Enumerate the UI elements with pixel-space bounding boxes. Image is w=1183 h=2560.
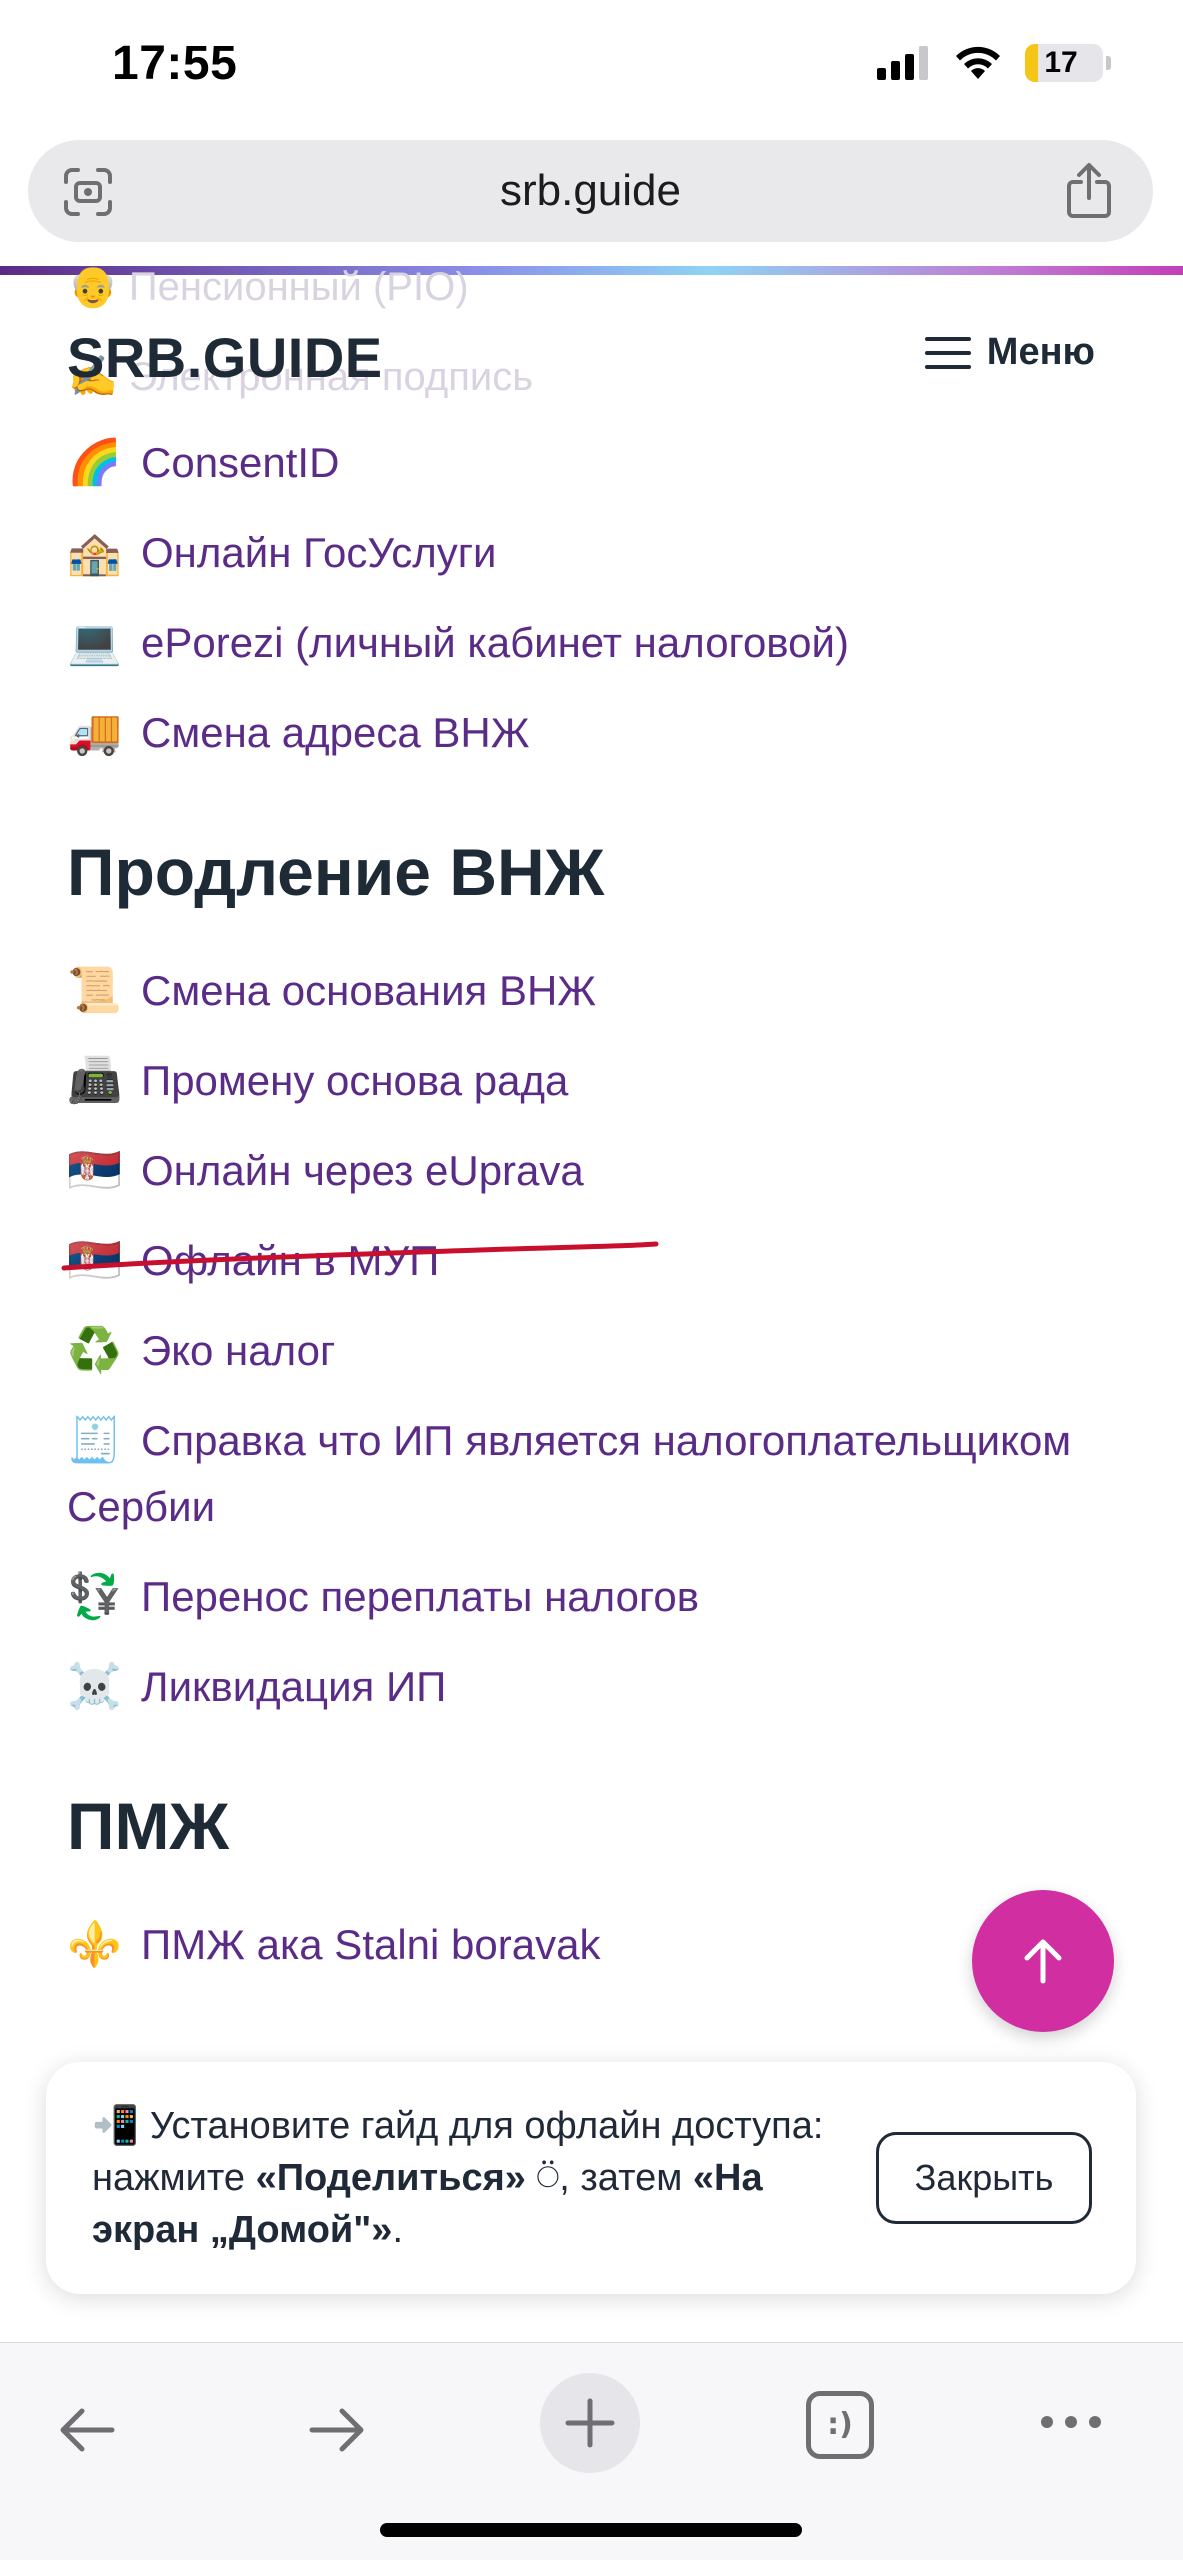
laptop-icon: 💻 bbox=[67, 618, 122, 667]
fax-icon: 📠 bbox=[67, 1056, 122, 1105]
link-item[interactable]: 🌈 ConsentID bbox=[67, 430, 1117, 496]
link-label[interactable]: Справка что ИП является налогоплательщик… bbox=[67, 1417, 1071, 1530]
scroll-icon: 📜 bbox=[67, 966, 122, 1015]
link-item[interactable]: 🧾 Справка что ИП является налогоплательщи… bbox=[67, 1408, 1117, 1540]
currency-exchange-icon: 💱 bbox=[67, 1572, 122, 1621]
recycle-icon: ♻️ bbox=[67, 1326, 122, 1375]
fleur-de-lis-icon: ⚜️ bbox=[67, 1920, 122, 1969]
link-label[interactable]: Смена адреса ВНЖ bbox=[141, 700, 530, 766]
forward-arrow-icon[interactable] bbox=[304, 2397, 370, 2463]
receipt-icon: 🧾 bbox=[67, 1416, 122, 1465]
wifi-icon bbox=[956, 46, 1000, 79]
page-content: 🌈 ConsentID 🏤 Онлайн ГосУслуги 💻 ePorezi… bbox=[67, 430, 1117, 2002]
banner-share-label: «Поделиться» bbox=[255, 2157, 526, 2199]
section-title: ПМЖ bbox=[67, 1789, 230, 1863]
signal-icon bbox=[877, 46, 928, 80]
link-item[interactable]: 💱 Перенос переплаты налогов bbox=[67, 1564, 1117, 1630]
banner-text-part: ⍥, затем bbox=[525, 2157, 693, 2199]
link-label[interactable]: Смена основания ВНЖ bbox=[141, 958, 596, 1024]
banner-text-part: . bbox=[392, 2209, 403, 2251]
link-label[interactable]: ConsentID bbox=[141, 430, 339, 496]
new-tab-button[interactable] bbox=[540, 2373, 640, 2473]
link-label[interactable]: ПМЖ ака Stalni boravak bbox=[141, 1912, 600, 1978]
scroll-to-top-button[interactable] bbox=[972, 1890, 1114, 2032]
battery-icon: 17 bbox=[1025, 44, 1111, 82]
battery-nub bbox=[1106, 56, 1111, 70]
link-item[interactable]: 📠 Промену основа рада bbox=[67, 1048, 1117, 1114]
link-label[interactable]: Промену основа рада bbox=[141, 1048, 568, 1114]
more-dots-icon[interactable] bbox=[1038, 2407, 1104, 2437]
phone-arrow-icon: 📲 bbox=[92, 2105, 140, 2147]
menu-button[interactable]: Меню bbox=[924, 331, 1095, 374]
share-icon[interactable] bbox=[1065, 162, 1113, 220]
serbia-flag-icon: 🇷🇸 bbox=[67, 1146, 122, 1195]
site-logo[interactable]: SRB.GUIDE bbox=[67, 325, 383, 390]
link-label[interactable]: Онлайн через eUprava bbox=[141, 1138, 584, 1204]
link-item[interactable]: 🚚 Смена адреса ВНЖ bbox=[67, 700, 1117, 766]
truck-icon: 🚚 bbox=[67, 708, 122, 757]
rainbow-icon: 🌈 bbox=[67, 438, 122, 487]
annotation-underline bbox=[61, 1241, 659, 1271]
arrow-up-icon bbox=[1024, 1939, 1062, 1984]
link-label[interactable]: Перенос переплаты налогов bbox=[141, 1564, 699, 1630]
link-item[interactable]: 🏤 Онлайн ГосУслуги bbox=[67, 520, 1117, 586]
link-label[interactable]: ePorezi (личный кабинет налоговой) bbox=[141, 610, 849, 676]
close-button[interactable]: Закрыть bbox=[876, 2132, 1092, 2224]
status-time: 17:55 bbox=[112, 37, 238, 90]
link-item[interactable]: ⚜️ ПМЖ ака Stalni boravak bbox=[67, 1912, 1117, 1978]
tabs-icon[interactable]: :) bbox=[806, 2391, 874, 2459]
section-title: Продление ВНЖ bbox=[67, 835, 605, 909]
menu-label: Меню bbox=[986, 331, 1095, 373]
link-label[interactable]: Ликвидация ИП bbox=[141, 1654, 446, 1720]
post-office-icon: 🏤 bbox=[67, 528, 122, 577]
link-item[interactable]: 📜 Смена основания ВНЖ bbox=[67, 958, 1117, 1024]
link-item[interactable]: ♻️ Эко налог bbox=[67, 1318, 1117, 1384]
link-label[interactable]: Эко налог bbox=[141, 1318, 335, 1384]
battery-level: 17 bbox=[1044, 46, 1078, 79]
site-header: 👴 Пенсионный (PIO) ✍️ Электронная подпис… bbox=[0, 265, 1183, 435]
hamburger-icon bbox=[924, 336, 971, 369]
link-item[interactable]: 💻 ePorezi (личный кабинет налоговой) bbox=[67, 610, 1117, 676]
url-text[interactable]: srb.guide bbox=[28, 140, 1153, 242]
link-item[interactable]: ☠️ Ликвидация ИП bbox=[67, 1654, 1117, 1720]
link-label[interactable]: Онлайн ГосУслуги bbox=[141, 520, 497, 586]
home-indicator bbox=[380, 2523, 802, 2537]
install-banner-text: 📲 Установите гайд для офлайн доступа: на… bbox=[92, 2100, 852, 2256]
status-bar: 17:55 17 bbox=[0, 0, 1183, 140]
back-arrow-icon[interactable] bbox=[54, 2397, 120, 2463]
skull-crossbones-icon: ☠️ bbox=[67, 1662, 122, 1711]
new-tab-plus-icon bbox=[565, 2398, 615, 2448]
faded-list-item: 👴 Пенсионный (PIO) bbox=[68, 265, 469, 309]
link-item[interactable]: 🇷🇸 Онлайн через eUprava bbox=[67, 1138, 1117, 1204]
status-icons: 17 bbox=[877, 44, 1111, 82]
install-banner: 📲 Установите гайд для офлайн доступа: на… bbox=[46, 2062, 1136, 2294]
address-bar[interactable]: srb.guide bbox=[28, 140, 1153, 242]
